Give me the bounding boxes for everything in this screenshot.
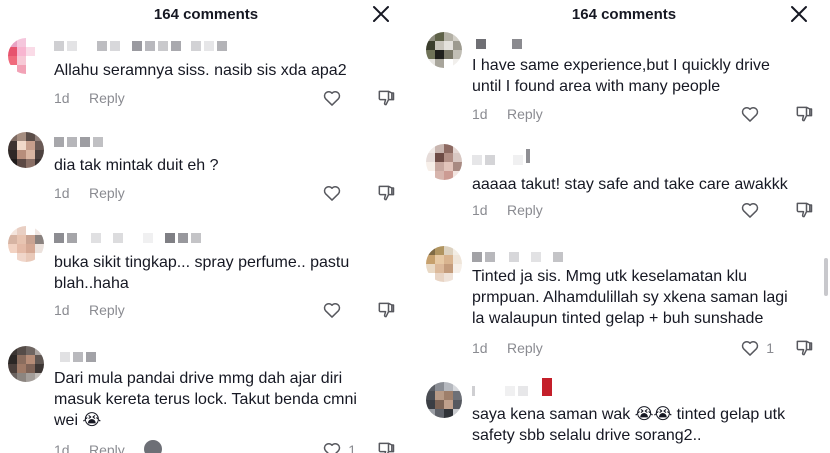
heart-outline-icon[interactable] — [740, 338, 760, 358]
thumbs-down-outline-icon[interactable] — [794, 338, 814, 358]
comments-header: 164 comments — [0, 0, 412, 30]
heart-outline-icon[interactable] — [322, 183, 342, 203]
thumbs-down-outline-icon[interactable] — [376, 440, 396, 453]
comment-time: 1d — [54, 90, 70, 106]
comments-panel-right: 164 comments I have same experience,but … — [418, 0, 830, 453]
username-redacted[interactable] — [54, 137, 103, 149]
comment-item: Tinted ja sis. Mmg utk keselamatan klu p… — [418, 244, 830, 370]
comment-text: Dari mula pandai drive mmg dah ajar diri… — [54, 370, 357, 429]
comment-item: Dari mula pandai drive mmg dah ajar diri… — [0, 338, 412, 453]
comment-actions: 1d Reply 1 — [54, 440, 412, 453]
reply-button[interactable]: Reply — [507, 202, 543, 218]
thumbs-down-outline-icon[interactable] — [376, 300, 396, 320]
like-count: 1 — [766, 340, 774, 356]
thumbs-down-outline-icon[interactable] — [376, 88, 396, 108]
comment-text: I have same experience,but I quickly dri… — [472, 57, 770, 95]
comment-time: 1d — [54, 185, 70, 201]
avatar[interactable] — [8, 346, 44, 382]
comments-panel-left: 164 comments Allahu seramnya siss. nasib… — [0, 0, 412, 453]
comment-actions: 1d Reply 1 — [472, 338, 830, 358]
comment-actions: 1d Reply — [472, 104, 830, 124]
comment-actions: 1d Reply — [472, 200, 830, 220]
like-count: 1 — [348, 442, 356, 453]
heart-outline-icon[interactable] — [322, 88, 342, 108]
heart-outline-icon[interactable] — [322, 300, 342, 320]
thumbs-down-outline-icon[interactable] — [794, 104, 814, 124]
comment-item: aaaaa takut! stay safe and take care awa… — [418, 142, 830, 232]
username-redacted[interactable] — [54, 41, 227, 53]
comment-actions: 1d Reply — [54, 183, 412, 203]
close-icon[interactable] — [372, 5, 390, 23]
reply-button[interactable]: Reply — [89, 90, 125, 106]
comment-text: Tinted ja sis. Mmg utk keselamatan klu p… — [472, 268, 788, 327]
reply-button[interactable]: Reply — [89, 185, 125, 201]
comment-time: 1d — [54, 442, 70, 453]
heart-outline-icon[interactable] — [740, 104, 760, 124]
username-redacted[interactable] — [60, 352, 96, 364]
comment-actions: 1d Reply — [54, 300, 412, 320]
thumbs-down-outline-icon[interactable] — [376, 183, 396, 203]
avatar[interactable] — [426, 246, 462, 282]
comment-text: buka sikit tingkap... spray perfume.. pa… — [54, 254, 350, 292]
scrollbar[interactable] — [824, 258, 828, 296]
avatar[interactable] — [426, 382, 462, 418]
username-redacted[interactable] — [472, 378, 552, 398]
reply-button[interactable]: Reply — [507, 340, 543, 356]
reply-button[interactable]: Reply — [89, 302, 125, 318]
thumbs-down-outline-icon[interactable] — [794, 200, 814, 220]
avatar[interactable] — [426, 144, 462, 180]
comments-count: 164 comments — [153, 6, 259, 23]
avatar[interactable] — [8, 132, 44, 168]
comment-item: saya kena saman wak 😭😭 tinted gelap utk … — [418, 378, 830, 453]
comment-text: Allahu seramnya siss. nasib sis xda apa2 — [54, 62, 347, 79]
comment-item: buka sikit tingkap... spray perfume.. pa… — [0, 222, 412, 328]
comment-item: dia tak mintak duit eh ? 1d Reply — [0, 128, 412, 212]
heart-outline-icon[interactable] — [322, 440, 342, 453]
reply-button[interactable]: Reply — [507, 106, 543, 122]
avatar[interactable] — [8, 226, 44, 262]
creator-avatar — [144, 440, 162, 453]
reply-button[interactable]: Reply — [89, 442, 125, 453]
comment-item: Allahu seramnya siss. nasib sis xda apa2… — [0, 30, 412, 114]
comments-header: 164 comments — [418, 0, 830, 30]
username-redacted[interactable] — [472, 252, 563, 264]
comment-time: 1d — [54, 302, 70, 318]
username-redacted[interactable] — [472, 149, 530, 167]
comment-actions: 1d Reply — [54, 88, 412, 108]
heart-outline-icon[interactable] — [740, 200, 760, 220]
comment-text: dia tak mintak duit eh ? — [54, 157, 219, 174]
username-redacted[interactable] — [54, 233, 201, 245]
comment-time: 1d — [472, 106, 488, 122]
close-icon[interactable] — [790, 5, 808, 23]
comment-text: saya kena saman wak 😭😭 tinted gelap utk … — [472, 406, 786, 444]
comment-time: 1d — [472, 340, 488, 356]
username-redacted[interactable] — [476, 39, 522, 51]
comment-item: I have same experience,but I quickly dri… — [418, 30, 830, 130]
comments-count: 164 comments — [571, 6, 677, 23]
avatar[interactable] — [426, 32, 462, 68]
avatar[interactable] — [8, 38, 44, 74]
comment-time: 1d — [472, 202, 488, 218]
comment-text: aaaaa takut! stay safe and take care awa… — [472, 176, 788, 193]
